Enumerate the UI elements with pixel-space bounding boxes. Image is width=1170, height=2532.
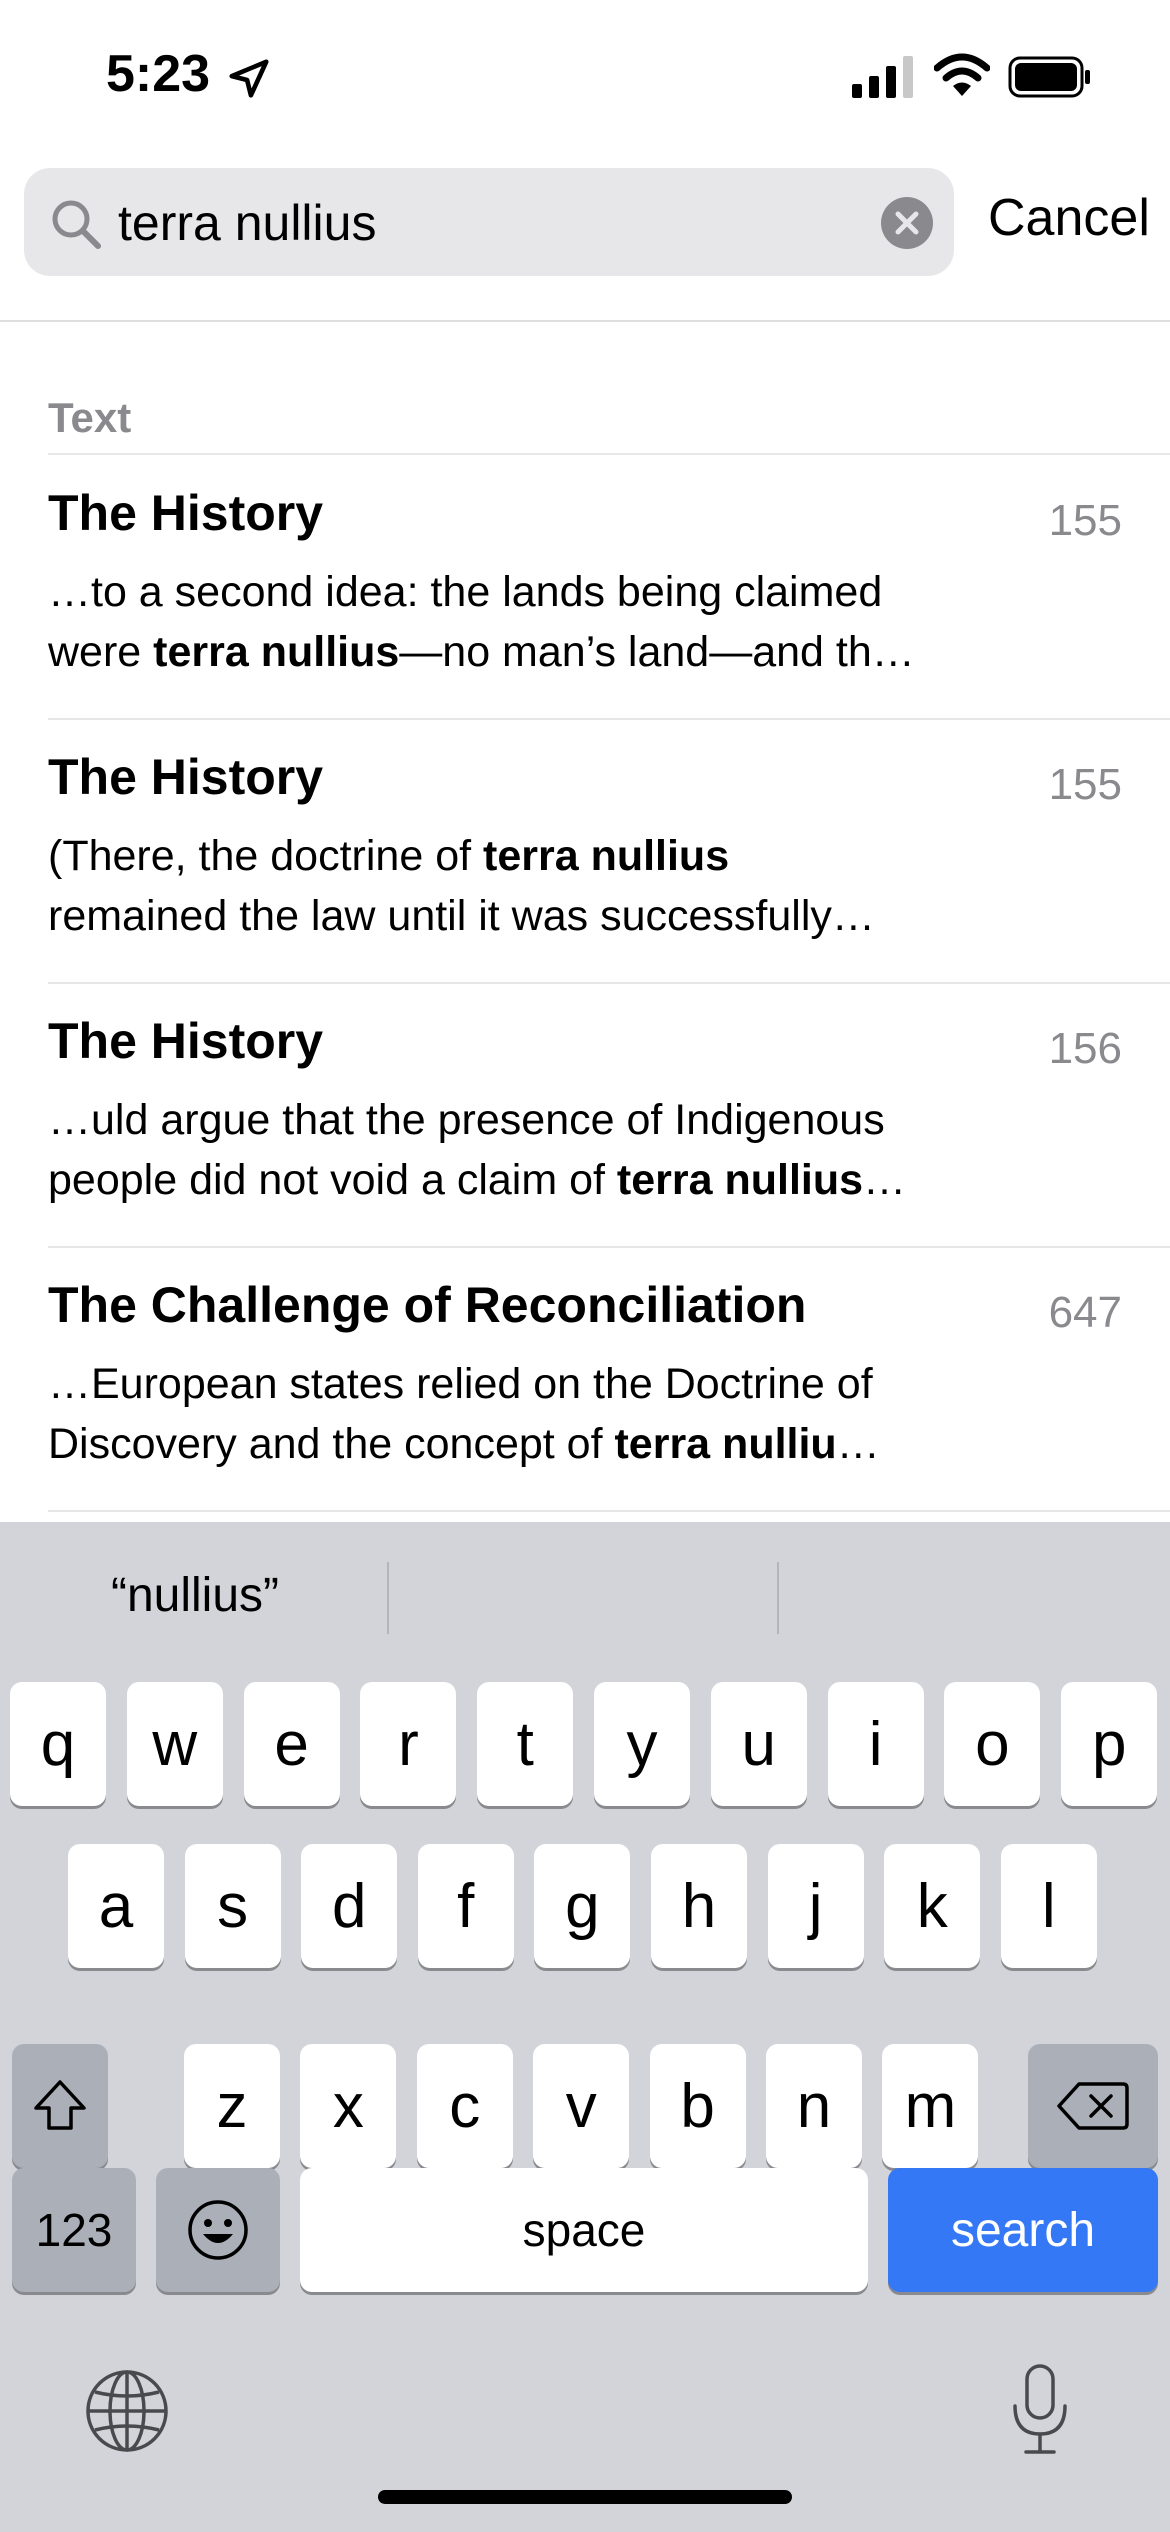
key-v[interactable]: v	[533, 2044, 630, 2168]
suggestion-item[interactable]: “nullius”	[0, 1568, 390, 1623]
section-label: Text	[48, 394, 132, 441]
result-page-number: 647	[1048, 1288, 1122, 1337]
clear-icon[interactable]	[880, 196, 934, 250]
search-field[interactable]: terra nullius	[24, 168, 954, 276]
section-divider	[48, 453, 1170, 455]
search-result[interactable]: The History 155 …to a second idea: the l…	[48, 456, 1170, 720]
result-title: The Challenge of Reconciliation	[48, 1277, 807, 1333]
key-f[interactable]: f	[417, 1844, 514, 1968]
predictive-bar: “nullius”	[0, 1522, 1170, 1674]
suggestion-divider	[387, 1562, 389, 1634]
key-k[interactable]: k	[884, 1844, 981, 1968]
cellular-signal-icon	[852, 56, 913, 98]
space-key[interactable]: space	[300, 2168, 868, 2292]
delete-key[interactable]	[1028, 2044, 1158, 2168]
key-g[interactable]: g	[534, 1844, 631, 1968]
result-page-number: 156	[1048, 1024, 1122, 1073]
cancel-button[interactable]: Cancel	[988, 188, 1150, 248]
key-c[interactable]: c	[416, 2044, 513, 2168]
emoji-icon	[188, 2200, 248, 2260]
status-bar: 5:23	[0, 0, 1170, 160]
suggestion-divider	[777, 1562, 779, 1634]
key-y[interactable]: y	[594, 1682, 690, 1806]
home-indicator	[378, 2490, 792, 2504]
key-h[interactable]: h	[651, 1844, 747, 1968]
result-page-number: 155	[1048, 496, 1122, 545]
result-snippet: …to a second idea: the lands being claim…	[48, 568, 915, 676]
keyboard: “nullius” qwertyuiop asdfghjkl zxcvbnm 1…	[0, 1522, 1170, 2532]
search-result[interactable]: The Challenge of Reconciliation 647 …Eur…	[48, 1248, 1170, 1512]
globe-icon[interactable]	[84, 2368, 170, 2454]
search-key[interactable]: search	[888, 2168, 1158, 2292]
key-e[interactable]: e	[243, 1682, 340, 1806]
search-icon	[52, 200, 101, 249]
key-z[interactable]: z	[184, 2044, 280, 2168]
key-u[interactable]: u	[710, 1682, 807, 1806]
key-o[interactable]: o	[944, 1682, 1041, 1806]
key-j[interactable]: j	[767, 1844, 864, 1968]
key-l[interactable]: l	[1000, 1844, 1097, 1968]
key-n[interactable]: n	[766, 2044, 862, 2168]
result-title: The History	[48, 1013, 324, 1069]
result-page-number: 155	[1048, 760, 1122, 809]
wifi-icon	[934, 53, 990, 96]
location-arrow-icon	[229, 59, 269, 98]
key-x[interactable]: x	[300, 2044, 397, 2168]
key-a[interactable]: a	[68, 1844, 164, 1968]
key-r[interactable]: r	[360, 1682, 457, 1806]
delete-icon	[1057, 2082, 1129, 2130]
match-highlight: terra nullius	[483, 832, 730, 880]
match-highlight: terra nulliu	[614, 1420, 837, 1468]
key-m[interactable]: m	[882, 2044, 979, 2168]
header-divider	[0, 320, 1170, 322]
result-snippet: (There, the doctrine of terra nullius re…	[48, 832, 875, 940]
key-w[interactable]: w	[126, 1682, 223, 1806]
result-snippet: …uld argue that the presence of Indigeno…	[48, 1096, 907, 1204]
search-input[interactable]: terra nullius	[118, 194, 376, 252]
match-highlight: terra nullius	[616, 1156, 864, 1204]
result-title: The History	[48, 485, 324, 541]
shift-key[interactable]	[12, 2044, 108, 2168]
search-result[interactable]: The History 155 (There, the doctrine of …	[48, 720, 1170, 984]
key-d[interactable]: d	[301, 1844, 398, 1968]
search-result[interactable]: The History 156 …uld argue that the pres…	[48, 984, 1170, 1248]
key-s[interactable]: s	[184, 1844, 281, 1968]
result-snippet: …European states relied on the Doctrine …	[48, 1360, 880, 1468]
key-q[interactable]: q	[10, 1682, 106, 1806]
key-b[interactable]: b	[649, 2044, 746, 2168]
key-i[interactable]: i	[827, 1682, 924, 1806]
shift-icon	[34, 2080, 86, 2130]
emoji-key[interactable]	[156, 2168, 280, 2292]
microphone-icon[interactable]	[1008, 2362, 1072, 2458]
battery-icon	[1008, 56, 1090, 98]
key-p[interactable]: p	[1061, 1682, 1158, 1806]
key-t[interactable]: t	[477, 1682, 574, 1806]
status-time: 5:23	[106, 45, 211, 103]
result-title: The History	[48, 749, 324, 805]
match-highlight: terra nullius	[153, 628, 400, 676]
numbers-key[interactable]: 123	[12, 2168, 136, 2292]
